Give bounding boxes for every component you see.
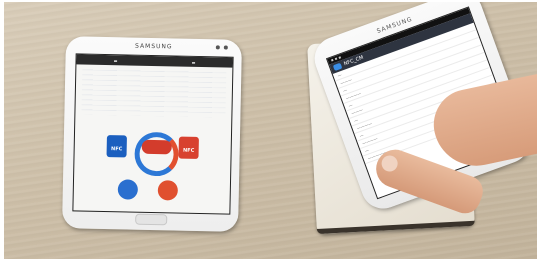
left-tab-marker: ▬ [113, 57, 118, 63]
thumbnail-nail [379, 153, 400, 174]
left-smartphone: SAMSUNG ▬ ▬ NFC NFC [62, 36, 242, 232]
left-phone-home-button[interactable] [135, 213, 168, 226]
nfc-left-label: NFC [110, 146, 123, 153]
left-phone-sensor [223, 45, 228, 50]
nfc-right-label: NFC [182, 147, 195, 154]
left-phone-camera [215, 45, 220, 50]
receive-button[interactable] [157, 180, 179, 201]
photo-scene: SAMSUNG ▬ ▬ NFC NFC SAMSUNG ▪ ▪ ▪ NFC_CM… [4, 2, 537, 259]
left-app-tab-bar: ▬ ▬ [76, 54, 233, 68]
left-tab-marker: ▬ [191, 59, 196, 65]
app-sketch-area [81, 68, 227, 118]
app-logo-icon [332, 62, 343, 72]
transfer-button[interactable] [141, 139, 172, 155]
left-phone-screen: ▬ ▬ NFC NFC [72, 53, 234, 215]
nfc-right-icon: NFC [178, 136, 199, 159]
send-button[interactable] [117, 179, 139, 200]
nfc-left-icon: NFC [106, 135, 127, 158]
